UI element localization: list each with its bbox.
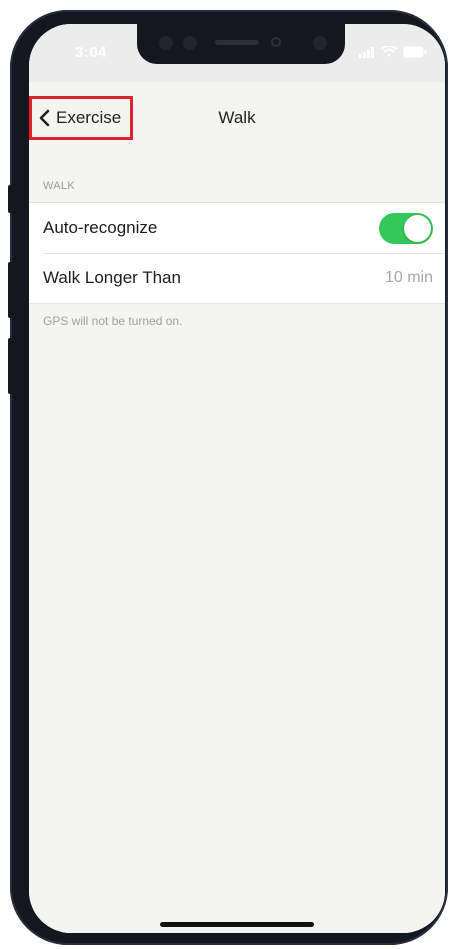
- side-button: [8, 185, 13, 213]
- section-header: WALK: [43, 180, 75, 192]
- front-camera: [271, 37, 281, 47]
- notch: [137, 24, 345, 64]
- toggle-knob: [404, 214, 431, 242]
- status-icons: [359, 46, 427, 58]
- home-indicator[interactable]: [160, 922, 314, 927]
- sensor-dot: [313, 36, 327, 50]
- battery-icon: [403, 46, 427, 58]
- auto-recognize-label: Auto-recognize: [43, 218, 158, 237]
- signal-icon: [359, 46, 374, 58]
- walk-longer-than-row[interactable]: Walk Longer Than 10 min: [29, 253, 445, 303]
- navigation-bar: Exercise Walk: [29, 88, 445, 148]
- sensor-dot: [183, 36, 197, 50]
- status-time: 3:04: [75, 44, 108, 61]
- speaker: [215, 40, 259, 45]
- settings-group: Auto-recognize Walk Longer Than 10 min: [29, 202, 445, 304]
- walk-longer-than-label: Walk Longer Than: [43, 268, 181, 287]
- auto-recognize-toggle[interactable]: [379, 212, 433, 244]
- walk-longer-than-value: 10 min: [384, 269, 433, 286]
- settings-sheet: Exercise Walk WALK Auto-recognize Walk L…: [29, 88, 445, 933]
- sensor-dot: [159, 36, 173, 50]
- page-title: Walk: [218, 108, 256, 127]
- screen: 3:04 Exercise Walk WALK Auto-recognize W…: [29, 24, 445, 933]
- gps-footnote: GPS will not be turned on.: [43, 314, 183, 328]
- auto-recognize-row: Auto-recognize: [29, 203, 445, 253]
- wifi-icon: [381, 46, 397, 57]
- volume-down-button: [8, 338, 13, 394]
- volume-up-button: [8, 262, 13, 318]
